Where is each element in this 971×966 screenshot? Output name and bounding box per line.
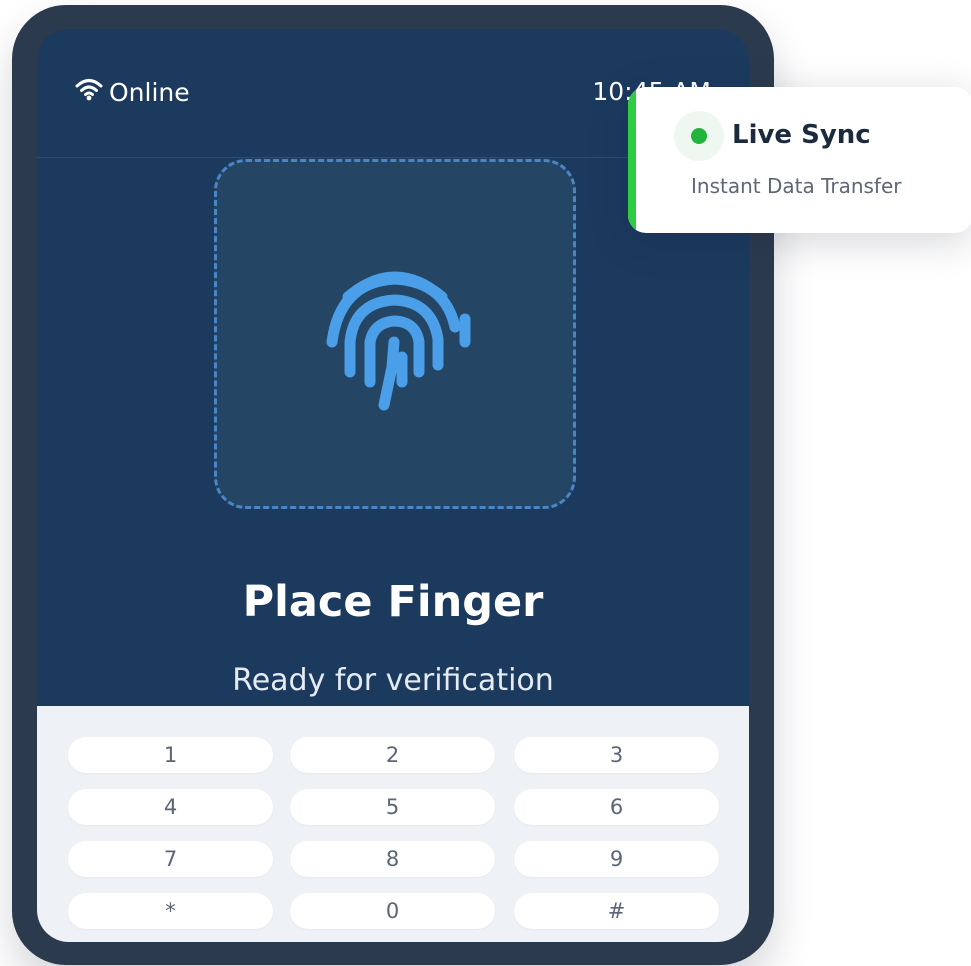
key-0[interactable]: 0: [290, 893, 495, 929]
key-star[interactable]: *: [68, 893, 273, 929]
sync-subtitle: Instant Data Transfer: [691, 174, 902, 198]
key-9[interactable]: 9: [514, 841, 719, 877]
scan-title: Place Finger: [242, 577, 544, 627]
key-3[interactable]: 3: [514, 737, 719, 773]
page: Online 10:45 AM: [0, 0, 971, 966]
status-dot-icon: [691, 128, 707, 144]
fingerprint-icon: [310, 247, 480, 421]
sync-accent-bar: [628, 87, 636, 233]
network-status: Online: [75, 77, 190, 107]
fingerprint-scanner[interactable]: [214, 159, 576, 509]
key-hash[interactable]: #: [514, 893, 719, 929]
key-2[interactable]: 2: [290, 737, 495, 773]
key-5[interactable]: 5: [290, 789, 495, 825]
live-sync-card: Live Sync Instant Data Transfer: [628, 87, 971, 233]
keypad: 1 2 3 4 5 6 7 8 9 * 0 #: [37, 706, 749, 942]
scan-subtitle: Ready for verification: [232, 663, 554, 698]
key-7[interactable]: 7: [68, 841, 273, 877]
sync-status-indicator: [674, 111, 724, 161]
sync-title: Live Sync: [732, 120, 871, 150]
network-label: Online: [109, 77, 190, 107]
wifi-icon: [75, 77, 109, 107]
key-8[interactable]: 8: [290, 841, 495, 877]
key-1[interactable]: 1: [68, 737, 273, 773]
key-4[interactable]: 4: [68, 789, 273, 825]
key-6[interactable]: 6: [514, 789, 719, 825]
